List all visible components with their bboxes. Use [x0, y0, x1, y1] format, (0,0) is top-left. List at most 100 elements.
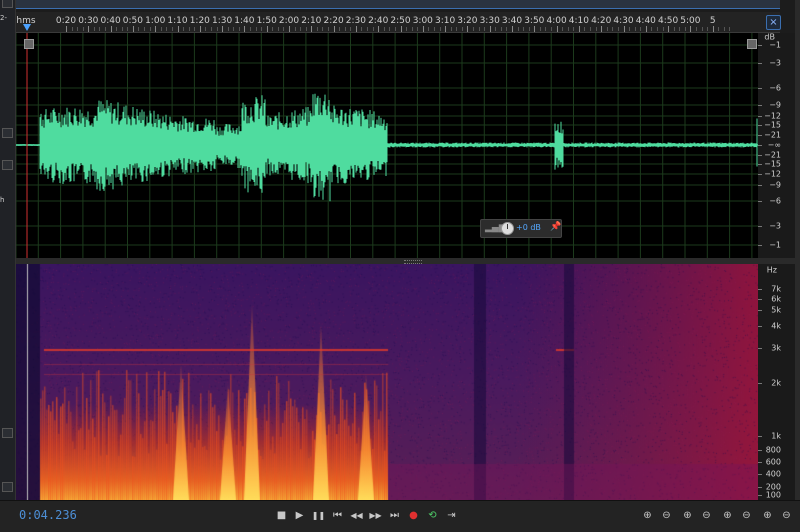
ruler-minor-tick: [93, 27, 95, 31]
waveform-canvas: [16, 33, 758, 258]
ruler-minor-tick: [194, 27, 196, 31]
waveform-view[interactable]: [16, 33, 758, 258]
spectrogram-view[interactable]: [16, 264, 758, 500]
ruler-tick: [601, 26, 603, 32]
db-tick: [758, 164, 762, 165]
db-label: −21: [764, 130, 781, 140]
ruler-minor-tick: [450, 27, 452, 31]
ruler-minor-tick: [439, 27, 441, 31]
ruler-tick: [690, 26, 692, 32]
ruler-tick: [289, 26, 290, 32]
zoom-out-full-button[interactable]: ⊕: [720, 508, 735, 523]
ruler-minor-tick: [138, 27, 140, 31]
ruler-minor-tick: [590, 27, 592, 31]
ruler-minor-tick: [417, 27, 419, 31]
ruler-tick: [556, 26, 558, 32]
db-label: −9: [769, 100, 781, 110]
hz-tick: [758, 462, 762, 463]
panel-button[interactable]: [2, 128, 13, 138]
ruler-minor-tick: [339, 27, 341, 31]
db-label: −9: [769, 180, 781, 190]
ruler-minor-tick: [606, 27, 608, 31]
ruler-minor-tick: [105, 27, 107, 31]
ruler-minor-tick: [261, 27, 263, 31]
ruler-tick: [199, 26, 201, 32]
ruler-minor-tick: [316, 27, 318, 31]
hz-tick: [758, 383, 762, 384]
ruler-minor-tick: [394, 27, 396, 31]
db-tick: [758, 63, 762, 64]
db-label: −∞: [767, 140, 781, 150]
go-to-start-button[interactable]: ⏮: [330, 508, 345, 523]
ruler-time-label: 3:10: [434, 16, 456, 26]
panel-label: 2-: [0, 14, 7, 22]
panel-tab[interactable]: [2, 0, 13, 8]
volume-knob-icon[interactable]: [501, 222, 514, 235]
pin-icon[interactable]: 📌: [550, 222, 561, 232]
db-label: −12: [764, 111, 781, 121]
ruler-minor-tick: [322, 27, 324, 31]
hz-label: 4k: [771, 321, 781, 331]
fade-out-handle[interactable]: [747, 39, 757, 49]
zoom-reset-button[interactable]: ⊖: [779, 508, 794, 523]
hz-tick: [758, 436, 762, 437]
fast-forward-button[interactable]: ▶▶: [368, 508, 383, 523]
ruler-minor-tick: [372, 27, 374, 31]
ruler-minor-tick: [433, 27, 435, 31]
ruler-minor-tick: [539, 27, 541, 31]
ruler-minor-tick: [205, 27, 207, 31]
panel-button[interactable]: [2, 160, 13, 170]
zoom-in-point-button[interactable]: ⊖: [739, 508, 754, 523]
panel-label: h: [0, 196, 5, 204]
ruler-minor-tick: [695, 27, 697, 31]
go-to-end-button[interactable]: ⏭: [387, 508, 402, 523]
fade-in-handle[interactable]: [24, 39, 34, 49]
ruler-time-label: 3:20: [457, 16, 478, 26]
hz-tick: [758, 310, 762, 311]
ruler-minor-tick: [506, 27, 508, 31]
skip-silence-button[interactable]: ⇥: [444, 508, 459, 523]
volume-value: +0 dB: [516, 223, 541, 232]
hz-label: 2k: [771, 378, 781, 388]
ruler-minor-tick: [517, 27, 519, 31]
play-button[interactable]: ▶: [292, 508, 307, 523]
db-label: −3: [769, 221, 781, 231]
stop-button[interactable]: ■: [274, 508, 289, 523]
ruler-minor-tick: [277, 27, 279, 31]
db-label: −6: [769, 83, 781, 93]
panel-button[interactable]: [2, 482, 13, 492]
ruler-minor-tick: [629, 27, 631, 31]
ruler-tick: [66, 26, 67, 32]
timeline-ruler[interactable]: hms 0:20 0:30 0:40 0:50 1:00 1:10 1:20 1:30 1:40…: [16, 12, 780, 33]
volume-hud[interactable]: ▂▄▆ +0 dB 📌: [480, 219, 562, 238]
ruler-minor-tick: [484, 27, 486, 31]
ruler-minor-tick: [82, 27, 84, 31]
current-time-display[interactable]: 0:04.236: [19, 508, 77, 522]
right-scrollbar[interactable]: [795, 0, 800, 500]
ruler-minor-tick: [344, 27, 346, 31]
zoom-in-time-button[interactable]: ⊕: [680, 508, 695, 523]
ruler-minor-tick: [461, 27, 463, 31]
db-tick: [758, 201, 762, 202]
db-tick: [758, 45, 762, 46]
ruler-tick: [422, 26, 424, 32]
record-button[interactable]: ●: [406, 508, 421, 523]
ruler-tick: [645, 26, 647, 32]
ruler-minor-tick: [171, 27, 173, 31]
ruler-time-label: 0:40: [100, 16, 121, 26]
zoom-out-time-button[interactable]: ⊖: [699, 508, 714, 523]
close-button[interactable]: ×: [766, 15, 781, 30]
hz-tick: [758, 289, 762, 290]
pause-button[interactable]: ❚❚: [311, 508, 326, 523]
ruler-minor-tick: [350, 27, 352, 31]
zoom-out-amplitude-button[interactable]: ⊖: [659, 508, 674, 523]
rewind-button[interactable]: ◀◀: [349, 508, 364, 523]
ruler-minor-tick: [634, 27, 636, 31]
ruler-minor-tick: [701, 27, 703, 31]
loop-button[interactable]: ⟲: [425, 508, 440, 523]
zoom-selection-button[interactable]: ⊕: [760, 508, 775, 523]
ruler-time-label: 4:30: [613, 16, 634, 26]
zoom-in-amplitude-button[interactable]: ⊕: [640, 508, 655, 523]
playhead-handle[interactable]: [23, 24, 31, 31]
panel-button[interactable]: [2, 428, 13, 438]
